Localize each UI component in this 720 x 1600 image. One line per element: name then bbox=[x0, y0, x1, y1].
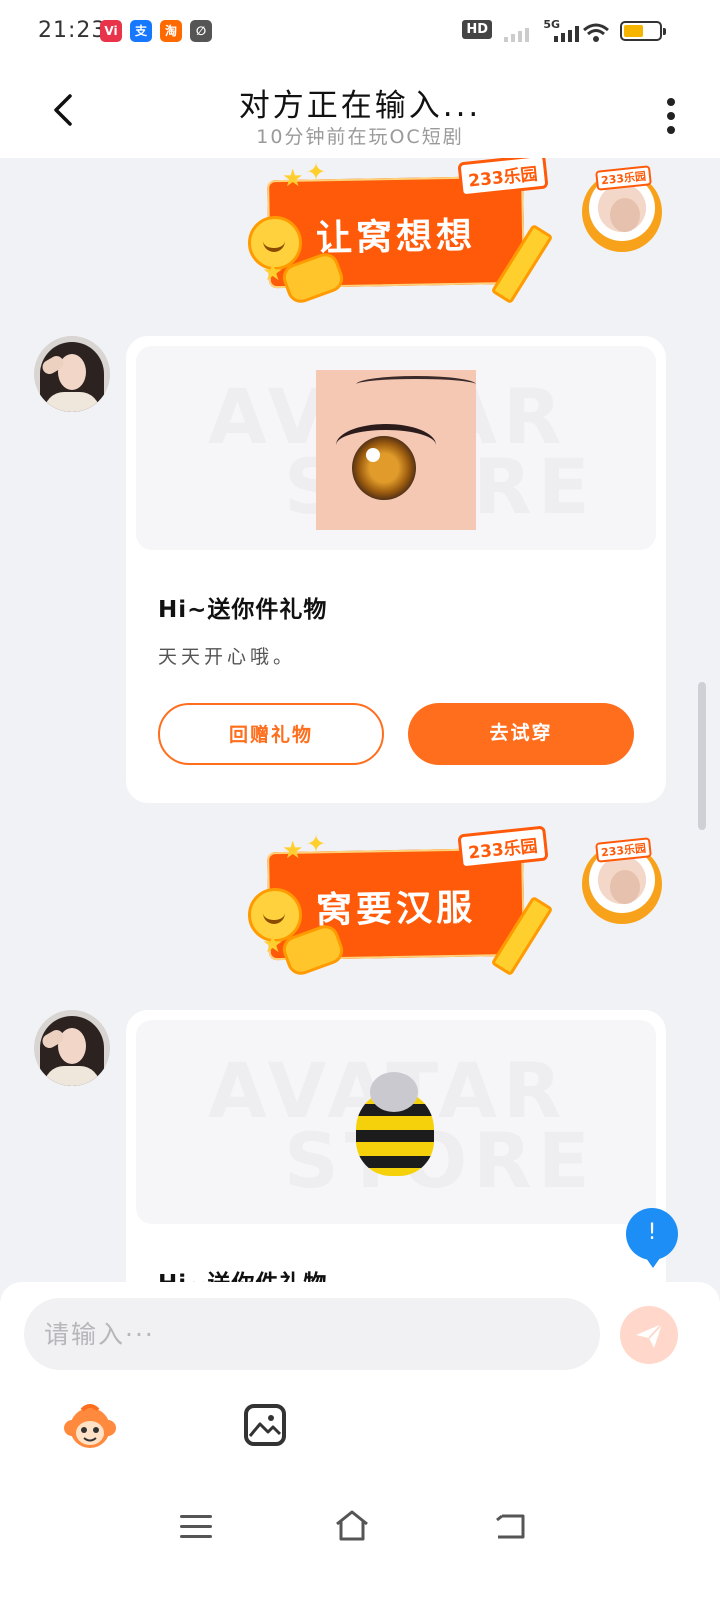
chat-title: 对方正在输入... bbox=[238, 88, 482, 124]
gift-description: 天天开心哦。 bbox=[158, 646, 297, 668]
chat-subtitle: 10分钟前在玩OC短剧 bbox=[256, 126, 464, 148]
home-icon[interactable] bbox=[334, 1508, 370, 1542]
app-notification-icon: Vi bbox=[100, 20, 122, 42]
battery-icon bbox=[620, 21, 666, 41]
star-decoration-icon: ★ bbox=[262, 930, 284, 958]
paper-plane-icon bbox=[636, 1323, 663, 1348]
back-icon[interactable] bbox=[494, 1512, 526, 1540]
message-input[interactable] bbox=[24, 1298, 600, 1370]
feedback-bubble-button[interactable]: ! bbox=[626, 1208, 678, 1268]
menu-icon[interactable] bbox=[180, 1514, 212, 1540]
image-icon[interactable] bbox=[244, 1404, 286, 1446]
hd-voice-icon: HD bbox=[462, 20, 492, 39]
gift-preview[interactable]: AVATAR STORE bbox=[136, 346, 656, 550]
gift-preview[interactable]: AVATAR STORE bbox=[136, 1020, 656, 1224]
try-on-button[interactable]: 去试穿 bbox=[408, 703, 634, 765]
more-options-icon[interactable] bbox=[664, 96, 678, 136]
my-avatar[interactable]: 233乐园 bbox=[582, 837, 662, 924]
sticker-brand-badge: 233乐园 bbox=[456, 158, 548, 198]
send-button[interactable] bbox=[620, 1306, 678, 1364]
gift-card[interactable]: AVATAR STORE Hi~送你件礼物 天天开心哦。 回赠礼物 去试穿 bbox=[126, 336, 666, 803]
gift-card[interactable]: AVATAR STORE Hi~送你件礼物 bbox=[126, 1010, 666, 1298]
sticker-brand-badge: 233乐园 bbox=[456, 825, 548, 870]
signal-icon-2 bbox=[554, 26, 579, 42]
contact-avatar[interactable] bbox=[34, 1010, 110, 1086]
my-avatar[interactable]: 233乐园 bbox=[582, 165, 662, 252]
alipay-notification-icon: 支 bbox=[130, 20, 152, 42]
status-time: 21:23 bbox=[38, 18, 107, 43]
contact-avatar[interactable] bbox=[34, 336, 110, 412]
sparkle-decoration-icon: ✦ bbox=[306, 158, 327, 186]
taobao-notification-icon: 淘 bbox=[160, 20, 182, 42]
sparkle-decoration-icon: ✦ bbox=[306, 830, 327, 858]
star-decoration-icon: ★ bbox=[282, 836, 304, 864]
sticker-message[interactable]: 窝要汉服 233乐园 ★ ✦ ★ bbox=[248, 825, 554, 980]
status-bar: 21:23 Vi 支 淘 ∅ HD 5G bbox=[0, 0, 720, 62]
return-gift-button[interactable]: 回赠礼物 bbox=[158, 703, 384, 765]
signal-icon-1 bbox=[504, 28, 529, 42]
wifi-icon bbox=[583, 23, 609, 42]
chat-message-list[interactable]: 让窝想想 233乐园 ★ ✦ ★ 233乐园 AVATAR STORE Hi~送… bbox=[0, 158, 720, 1298]
chat-header: 对方正在输入... 10分钟前在玩OC短剧 bbox=[0, 62, 720, 158]
sticker-message[interactable]: 让窝想想 233乐园 ★ ✦ ★ bbox=[248, 158, 554, 308]
sticker-text: 让窝想想 bbox=[315, 215, 477, 260]
system-nav-bar bbox=[0, 1478, 720, 1600]
avatar-brand-badge: 233乐园 bbox=[595, 165, 652, 191]
anime-eye-gift-image bbox=[316, 370, 476, 530]
app-notification-icon-2: ∅ bbox=[190, 20, 212, 42]
watermark-text: STORE bbox=[284, 1116, 596, 1205]
scrollbar-thumb[interactable] bbox=[698, 682, 706, 830]
monkey-emoji-icon[interactable] bbox=[62, 1402, 118, 1452]
sticker-text: 窝要汉服 bbox=[315, 887, 477, 932]
gift-title: Hi~送你件礼物 bbox=[158, 597, 328, 623]
star-decoration-icon: ★ bbox=[262, 258, 284, 286]
avatar-brand-badge: 233乐园 bbox=[595, 837, 652, 863]
bee-plush-gift-image bbox=[356, 1072, 434, 1176]
star-decoration-icon: ★ bbox=[282, 164, 304, 192]
